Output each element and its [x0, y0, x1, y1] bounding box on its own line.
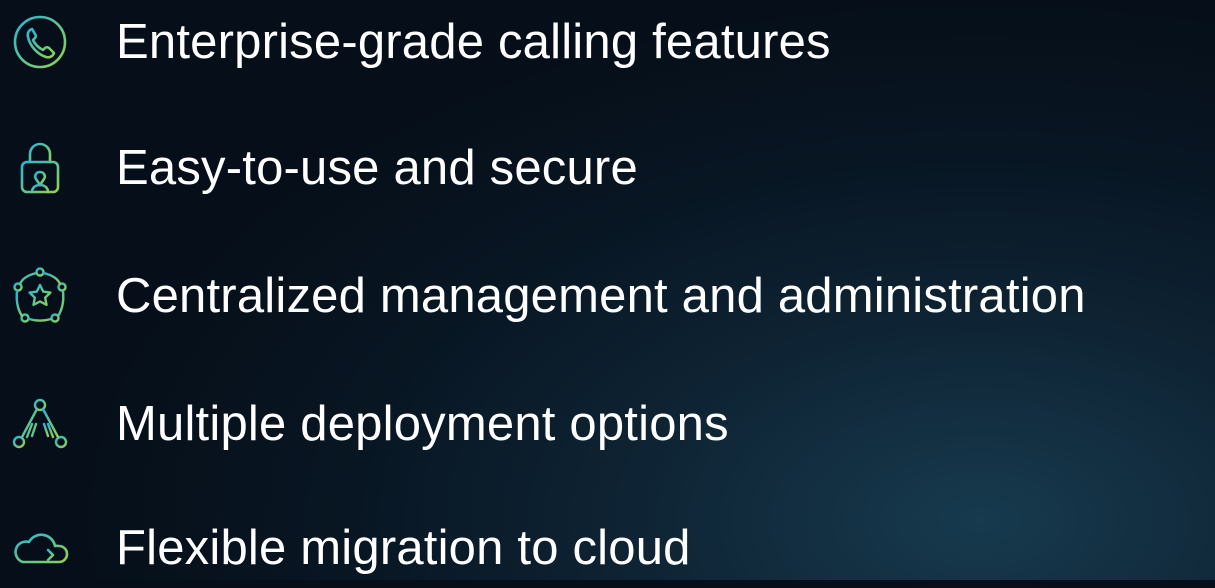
cloud-icon	[6, 514, 74, 582]
lock-icon	[6, 134, 74, 202]
network-triangle-icon	[6, 390, 74, 458]
feature-label: Centralized management and administratio…	[116, 268, 1086, 323]
feature-item-deployment: Multiple deployment options	[0, 384, 1215, 464]
feature-label: Multiple deployment options	[116, 396, 729, 451]
feature-list: Enterprise-grade calling features Easy-t…	[0, 0, 1215, 580]
feature-item-migration: Flexible migration to cloud	[0, 508, 1215, 588]
feature-label: Flexible migration to cloud	[116, 520, 691, 575]
feature-label: Easy-to-use and secure	[116, 140, 638, 195]
feature-label: Enterprise-grade calling features	[116, 14, 831, 69]
phone-icon	[6, 8, 74, 76]
feature-item-calling: Enterprise-grade calling features	[0, 2, 1215, 82]
feature-item-management: Centralized management and administratio…	[0, 256, 1215, 336]
feature-item-secure: Easy-to-use and secure	[0, 128, 1215, 208]
star-network-icon	[6, 262, 74, 330]
